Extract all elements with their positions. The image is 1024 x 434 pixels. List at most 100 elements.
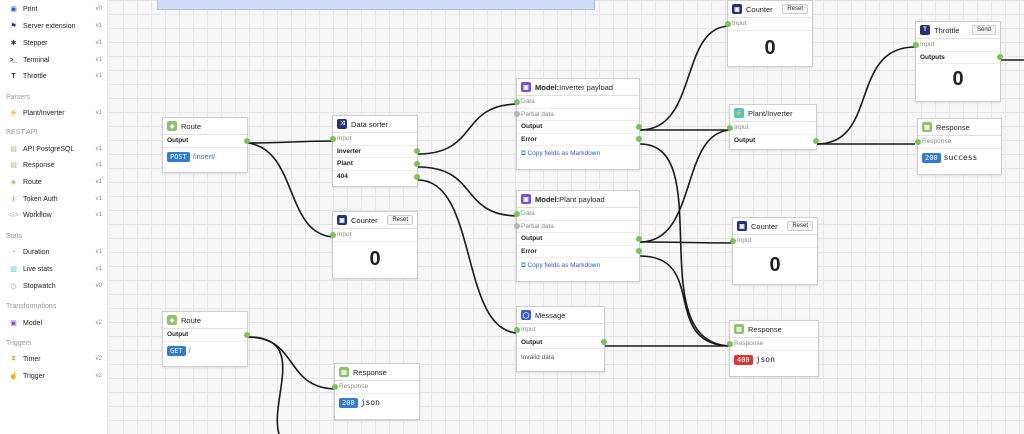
counter-input-port-row[interactable]: Input [730, 235, 817, 248]
sidebar-item-model[interactable]: ▣ Model v2 [4, 316, 104, 330]
response-icon: ▤ [734, 324, 744, 334]
route-output-port-row[interactable]: Output [163, 135, 250, 148]
model-data-input[interactable]: Data [514, 208, 639, 221]
response-node-400[interactable]: ▤ Response Response 400 json [727, 320, 819, 377]
output-port[interactable] [244, 331, 250, 338]
model-data-input[interactable]: Data [514, 96, 639, 109]
route-output-port-row[interactable]: Output [163, 329, 250, 342]
sidebar-item-throttle[interactable]: T Throttle v1 [4, 69, 104, 83]
output-port[interactable] [244, 137, 250, 144]
model-output[interactable]: Output [517, 121, 642, 134]
model-plant-payload-node[interactable]: ▣ Model: Plant payload Data Partial data … [514, 190, 642, 282]
input-port[interactable] [913, 41, 919, 48]
response-input-port-row[interactable]: Response [727, 338, 818, 351]
response-body-type: json [755, 354, 775, 364]
reset-button[interactable]: Reset [787, 221, 813, 231]
input-port[interactable] [725, 20, 731, 27]
route-node-get[interactable]: ◈ Route Output GET / [162, 311, 250, 367]
input-port[interactable] [730, 237, 736, 244]
reset-button[interactable]: Reset [782, 4, 808, 14]
model-inverter-payload-node[interactable]: ▣ Model: Inverter payload Data Partial da… [514, 78, 642, 170]
sidebar-item-api-postgresql[interactable]: ▤ API PostgreSQL v1 [4, 142, 104, 156]
model-output[interactable]: Output [517, 233, 642, 246]
model-error-output[interactable]: Error [517, 134, 642, 146]
input-port[interactable] [514, 223, 520, 230]
counter-node[interactable]: ▣ Counter Reset Input 0 [330, 211, 418, 279]
output-port[interactable] [636, 123, 642, 130]
input-port[interactable] [514, 98, 520, 105]
throttle-outputs-port-row[interactable]: Outputs [916, 52, 1003, 64]
copy-fields-markdown-link[interactable]: ⧉ Copy fields as Markdown [517, 258, 639, 274]
sorter-output-plant[interactable]: Plant [333, 158, 420, 171]
input-port[interactable] [332, 383, 338, 390]
counter-node[interactable]: ▣ Counter Reset Input 0 [725, 0, 813, 67]
output-port[interactable] [414, 160, 420, 167]
sidebar-item-route[interactable]: ◈ Route v1 [4, 175, 104, 189]
output-port[interactable] [414, 173, 420, 180]
flow-canvas[interactable]: ◈ Route Output POST/insert/ ⤨ Data sorter … [109, 0, 1024, 434]
model-icon: ▣ [10, 320, 17, 327]
sorter-output-404[interactable]: 404 [333, 171, 420, 184]
response-input-port-row[interactable]: Response [332, 381, 419, 394]
output-port[interactable] [813, 137, 819, 144]
input-port[interactable] [915, 138, 921, 145]
sidebar-item-response[interactable]: ▤ Response v1 [4, 158, 104, 172]
send-button[interactable]: Send [971, 25, 996, 35]
plant-inverter-node[interactable]: ⚡ Plant/Inverter Input Output [727, 104, 819, 150]
sorter-input-port-row[interactable]: Input [330, 133, 417, 146]
sidebar-item-stopwatch[interactable]: ◷ Stopwatch v0 [4, 279, 104, 293]
input-port[interactable] [514, 326, 520, 333]
message-icon: ◯ [521, 310, 531, 320]
sidebar-item-duration[interactable]: ◔ Duration v1 [4, 245, 104, 259]
status-code-badge: 200 [922, 152, 941, 163]
message-node[interactable]: ◯ Message Input Output Invalid data [514, 306, 607, 372]
sidebar-item-server-extension[interactable]: ⚑ Server extension v1 [4, 19, 104, 33]
node-title: Route [181, 315, 202, 325]
reset-button[interactable]: Reset [387, 215, 413, 225]
port-label: Input [732, 20, 747, 28]
message-output-port-row[interactable]: Output [517, 337, 607, 349]
counter-node[interactable]: ▣ Counter Reset Input 0 [730, 217, 818, 285]
input-port[interactable] [727, 124, 733, 131]
data-sorter-node[interactable]: ⤨ Data sorter Input Inverter Plant 404 [330, 115, 420, 187]
sidebar-item-terminal[interactable]: >_ Terminal v1 [4, 53, 104, 67]
copy-fields-markdown-link[interactable]: ⧉ Copy fields as Markdown [517, 146, 639, 162]
plant-inverter-output-port-row[interactable]: Output [730, 135, 819, 148]
model-partial-input[interactable]: Partial data [514, 109, 639, 121]
model-error-output[interactable]: Error [517, 246, 642, 258]
status-code-badge: 200 [339, 397, 358, 408]
throttle-input-port-row[interactable]: Input [913, 39, 1000, 52]
node-title: Throttle [934, 25, 960, 35]
response-node-200[interactable]: ▤ Response Response 200 json [332, 363, 420, 420]
sidebar-item-workflow[interactable]: </> Workflow v1 [4, 208, 104, 222]
input-port[interactable] [727, 340, 733, 347]
output-port[interactable] [636, 235, 642, 242]
throttle-node[interactable]: T Throttle Send Input Outputs 0 [913, 21, 1003, 102]
throttle-header: T Throttle Send [916, 22, 1000, 39]
input-port[interactable] [514, 111, 520, 118]
status-code-badge: 400 [734, 354, 753, 365]
plant-inverter-input-port-row[interactable]: Input [727, 122, 816, 135]
sidebar-item-stepper[interactable]: ✱ Stepper v1 [4, 36, 104, 50]
model-partial-input[interactable]: Partial data [514, 221, 639, 233]
input-port[interactable] [514, 210, 520, 217]
wire-model-inverter-counter-top [639, 25, 731, 131]
sorter-output-inverter[interactable]: Inverter [333, 146, 420, 158]
input-port[interactable] [330, 231, 336, 238]
route-node-post[interactable]: ◈ Route Output POST/insert/ [162, 117, 250, 173]
port-label: Data [521, 98, 535, 106]
response-input-port-row[interactable]: Response [915, 136, 1001, 149]
response-node-success[interactable]: ▤ Response Response 200 success [915, 118, 1002, 175]
port-label: Error [521, 135, 537, 143]
sidebar-item-plant-inverter[interactable]: ⚡ Plant/Inverter v1 [4, 106, 104, 120]
sidebar-item-trigger[interactable]: ☝ Trigger v2 [4, 369, 104, 383]
input-port[interactable] [330, 135, 336, 142]
sidebar-item-timer[interactable]: ⧗ Timer v2 [4, 352, 104, 366]
sidebar-item-token-auth[interactable]: ⚷ Token Auth v1 [4, 192, 104, 206]
counter-input-port-row[interactable]: Input [725, 18, 812, 31]
sidebar-item-live-stats[interactable]: ▥ Live stats v1 [4, 262, 104, 276]
sidebar-item-print[interactable]: ▣ Print v0 [4, 2, 104, 16]
counter-input-port-row[interactable]: Input [330, 229, 417, 242]
message-input-port-row[interactable]: Input [514, 324, 604, 337]
route-node-header: ◈ Route [163, 118, 247, 135]
